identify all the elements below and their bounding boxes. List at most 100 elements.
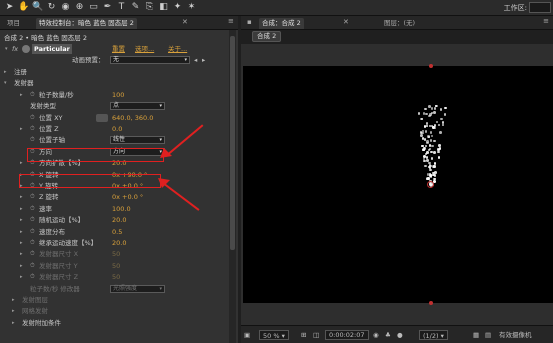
property-label: 发射器尺寸 Z	[39, 273, 79, 282]
snapshot-icon[interactable]: ◉	[373, 330, 379, 340]
panel-scrollbar[interactable]	[229, 30, 236, 343]
rectangle-tool-icon[interactable]: ▭	[88, 2, 99, 13]
zoom-dropdown[interactable]: 50 % ▾	[259, 330, 289, 340]
composition-canvas[interactable]	[243, 64, 553, 305]
property-value[interactable]: 100.0	[112, 204, 131, 214]
tab-project[interactable]: 项目	[4, 18, 23, 29]
effect-name[interactable]: Particular	[32, 44, 72, 54]
pen-tool-icon[interactable]: ✒	[102, 2, 113, 13]
property-value[interactable]: 50	[112, 261, 120, 271]
stopwatch-icon[interactable]: ⏱	[30, 261, 35, 271]
comp-breadcrumb[interactable]: 合成 2	[252, 31, 282, 42]
workspace-dropdown[interactable]	[529, 2, 551, 13]
twirl-right-icon[interactable]: ▸	[20, 238, 23, 248]
particle-dot	[426, 159, 429, 162]
rotate-tool-icon[interactable]: ↻	[46, 2, 57, 13]
twirl-right-icon[interactable]: ▸	[20, 249, 23, 259]
preset-next-icon[interactable]: ▸	[202, 55, 205, 65]
property-dropdown[interactable]: 点 ▾	[110, 102, 165, 111]
property-row: ▸ ⏱ 速度分布 0.5	[0, 227, 228, 237]
twirl-right-icon[interactable]: ▸	[20, 124, 23, 134]
twirl-down-icon[interactable]: ▾	[4, 78, 7, 88]
property-value[interactable]: 20.0	[112, 238, 126, 248]
reset-link[interactable]: 重置	[112, 44, 125, 54]
preset-prev-icon[interactable]: ◂	[194, 55, 197, 65]
show-snapshot-icon[interactable]: ♣	[385, 330, 391, 340]
stopwatch-icon[interactable]: ⏱	[30, 227, 35, 237]
transparency-grid-icon[interactable]: ▤	[485, 330, 491, 340]
layer-handle-top[interactable]	[429, 64, 433, 68]
property-value[interactable]: 50	[112, 272, 120, 282]
particle-dot	[426, 141, 429, 145]
twirl-right-icon[interactable]: ▸	[20, 215, 23, 225]
eraser-tool-icon[interactable]: ◧	[158, 2, 169, 13]
property-value[interactable]: 50	[112, 249, 120, 259]
stopwatch-icon[interactable]: ⏱	[30, 124, 35, 134]
twirl-right-icon[interactable]: ▸	[4, 67, 7, 77]
options-link[interactable]: 选项...	[135, 44, 154, 54]
property-value[interactable]: 640.0, 360.0	[112, 113, 153, 123]
roto-tool-icon[interactable]: ✦	[172, 2, 183, 13]
tab-close-icon[interactable]: ✕	[182, 18, 188, 26]
selection-tool-icon[interactable]: ➤	[4, 2, 15, 13]
resolution-dropdown[interactable]: (1/2) ▾	[419, 330, 448, 340]
pan-behind-tool-icon[interactable]: ⊕	[74, 2, 85, 13]
property-value[interactable]: 0.5	[112, 227, 122, 237]
panel-menu-icon[interactable]: ≡	[228, 17, 234, 25]
twirl-right-icon[interactable]: ▸	[12, 295, 15, 305]
stopwatch-icon[interactable]: ⏱	[30, 215, 35, 225]
tab-close-icon[interactable]: ✕	[343, 18, 349, 26]
property-value[interactable]: 0.0	[112, 124, 122, 134]
timecode-box[interactable]: 0:00:02:07	[325, 330, 369, 340]
camera-tool-icon[interactable]: ◉	[60, 2, 71, 13]
property-dropdown[interactable]: 光照强度 ▾	[110, 284, 165, 293]
stopwatch-icon[interactable]: ⏱	[30, 272, 35, 282]
stopwatch-icon[interactable]: ⏱	[30, 113, 35, 123]
text-tool-icon[interactable]: T	[116, 2, 127, 13]
twirl-right-icon[interactable]: ▸	[20, 204, 23, 214]
stopwatch-icon[interactable]: ⏱	[30, 238, 35, 248]
layer-handle-bottom[interactable]	[429, 301, 433, 305]
safe-zones-icon[interactable]: ⊞	[301, 330, 306, 340]
property-dropdown[interactable]: 线性 ▾	[110, 136, 165, 145]
twirl-right-icon[interactable]: ▸	[20, 227, 23, 237]
brush-tool-icon[interactable]: ✎	[130, 2, 141, 13]
stopwatch-icon[interactable]: ⏱	[30, 204, 35, 214]
tab-composition[interactable]: 合成：合成 2	[259, 18, 304, 29]
twirl-right-icon[interactable]: ▸	[20, 192, 23, 202]
zoom-tool-icon[interactable]: 🔍	[32, 2, 43, 13]
mask-visibility-icon[interactable]: ◫	[313, 330, 319, 340]
tab-effect-controls[interactable]: 特效控制台：暗色 蓝色 固态层 2	[36, 18, 137, 29]
twirl-right-icon[interactable]: ▸	[12, 318, 15, 328]
stopwatch-icon[interactable]: ⏱	[30, 249, 35, 259]
emitter-anchor-point[interactable]	[427, 181, 434, 188]
hand-tool-icon[interactable]: ✋	[18, 2, 29, 13]
twirl-down-icon[interactable]: ▾	[5, 44, 8, 54]
twirl-right-icon[interactable]: ▸	[20, 90, 23, 100]
property-value[interactable]: 100	[112, 90, 124, 100]
fx-icon[interactable]: fx	[12, 44, 18, 54]
clone-tool-icon[interactable]: ⎘	[144, 2, 155, 13]
tab-layer[interactable]: 图层：(无)	[381, 18, 418, 29]
about-link[interactable]: 关于...	[168, 44, 187, 54]
region-of-interest-icon[interactable]: ▦	[473, 330, 479, 340]
panel-menu-icon[interactable]: ≡	[543, 17, 549, 25]
property-value[interactable]: 20.0	[112, 215, 126, 225]
channel-icon[interactable]: ●	[397, 330, 403, 340]
preset-dropdown[interactable]: 无 ▾	[110, 56, 190, 64]
stopwatch-icon[interactable]: ⏱	[30, 90, 35, 100]
stopwatch-icon[interactable]: ⏱	[30, 135, 35, 145]
scrollbar-thumb[interactable]	[230, 36, 235, 250]
effect-toggle-icon[interactable]	[22, 45, 30, 53]
twirl-right-icon[interactable]: ▸	[20, 272, 23, 282]
twirl-right-icon[interactable]: ▸	[12, 306, 15, 316]
always-preview-icon[interactable]: ▣	[244, 330, 250, 340]
camera-dropdown[interactable]: 有效摄像机	[499, 330, 532, 340]
lock-icon[interactable]: ▪	[247, 18, 252, 26]
property-value[interactable]: 0x +0.0 °	[112, 192, 143, 202]
crosshair-icon[interactable]	[96, 113, 108, 122]
puppet-tool-icon[interactable]: ✶	[186, 2, 197, 13]
twirl-right-icon[interactable]: ▸	[20, 158, 23, 168]
twirl-right-icon[interactable]: ▸	[20, 261, 23, 271]
stopwatch-icon[interactable]: ⏱	[30, 192, 35, 202]
